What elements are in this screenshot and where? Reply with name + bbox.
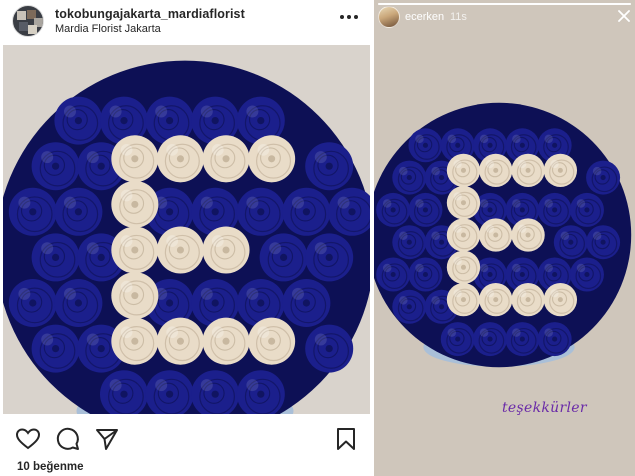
comment-icon[interactable] <box>55 426 81 452</box>
avatar[interactable] <box>12 5 44 37</box>
share-icon[interactable] <box>94 426 120 452</box>
bookmark-icon[interactable] <box>333 426 359 452</box>
post-location[interactable]: Mardia Florist Jakarta <box>55 23 161 35</box>
post-photo <box>3 45 370 414</box>
instagram-story: ecerken 11s teşekkürler <box>374 0 635 476</box>
story-avatar[interactable] <box>378 6 400 28</box>
close-icon[interactable] <box>618 10 630 22</box>
rose-bouquet-photo <box>3 45 370 414</box>
instagram-post: tokobungajakarta_mardiaflorist Mardia Fl… <box>0 0 372 476</box>
story-timestamp: 11s <box>450 11 467 23</box>
post-header: tokobungajakarta_mardiaflorist Mardia Fl… <box>0 0 372 44</box>
likes-count[interactable]: 10 beğenme <box>17 461 83 473</box>
story-caption: teşekkürler <box>502 400 587 416</box>
story-username[interactable]: ecerken <box>405 11 444 23</box>
post-actions <box>0 420 372 456</box>
more-icon[interactable] <box>340 14 358 20</box>
heart-icon[interactable] <box>15 426 41 452</box>
story-progress-bar <box>378 3 631 5</box>
post-username[interactable]: tokobungajakarta_mardiaflorist <box>55 7 245 21</box>
